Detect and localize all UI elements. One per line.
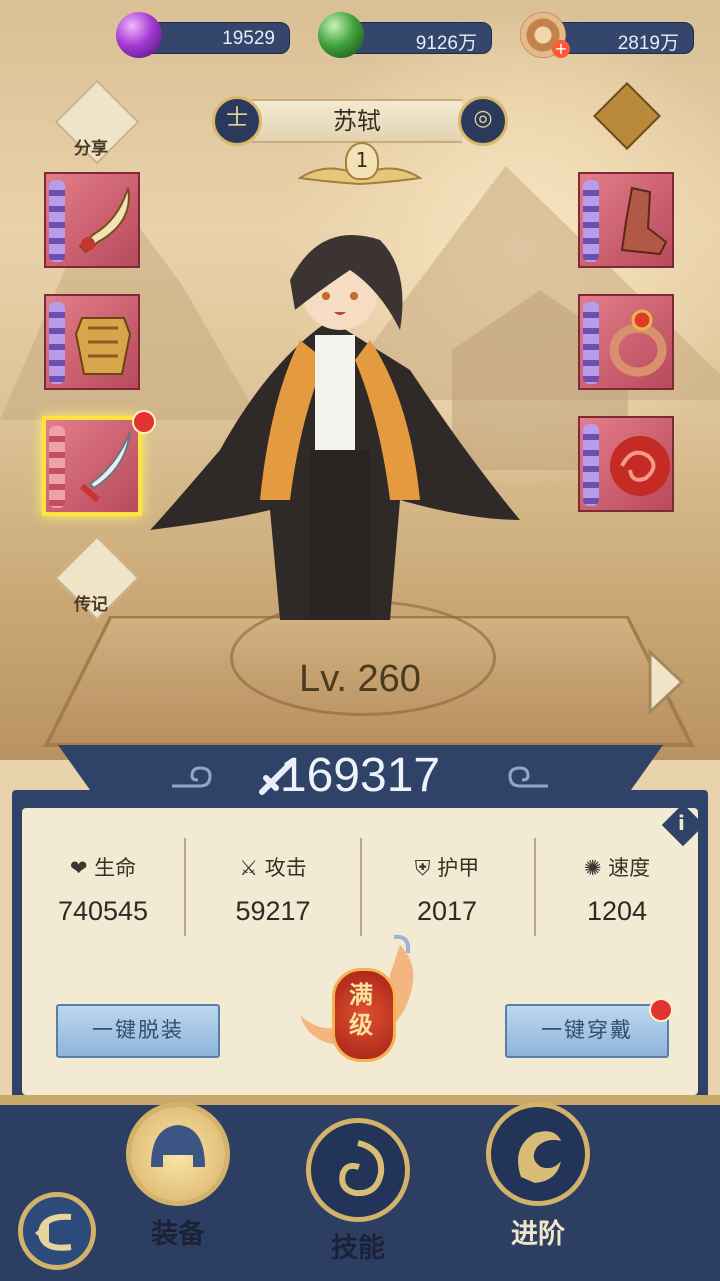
chain-icon (583, 180, 599, 262)
nav-equipment-button[interactable] (126, 1102, 230, 1206)
element-swirl-icon[interactable]: ◎ (458, 96, 508, 146)
green-orb-icon (318, 12, 364, 58)
hero-name-banner: 苏轼 士 ◎ (212, 96, 508, 146)
currency-value: 2819万 (617, 33, 679, 54)
chain-icon (49, 426, 65, 508)
nav-advance-label: 进阶 (511, 1219, 565, 1250)
hero-character-sprite (150, 235, 520, 620)
heart-icon: ❤ (69, 856, 88, 880)
hero-level: Lv. 260 (299, 658, 421, 700)
currency-jade[interactable]: 9126万 (318, 12, 498, 58)
equipment-slot-boots[interactable] (578, 172, 674, 268)
nav-advance-button[interactable] (486, 1102, 590, 1206)
equipment-slot-armor[interactable] (44, 294, 140, 390)
currency-copper[interactable]: 2819万 + (520, 12, 700, 58)
crossed-swords-icon: ⚔ (239, 856, 259, 880)
chain-icon (49, 302, 65, 384)
ring-icon (609, 309, 667, 377)
phoenix-advance-icon (518, 1131, 561, 1183)
biography-button[interactable]: 传记 (54, 535, 140, 621)
share-label: 分享 (74, 139, 108, 159)
chain-icon (49, 180, 65, 262)
max-level-text: 满级 (349, 981, 373, 1039)
hero-name: 苏轼 (252, 99, 462, 143)
star-count: 1 (345, 142, 379, 180)
equipment-slot-dagger[interactable] (42, 410, 156, 516)
spiral-skill-icon (339, 1140, 385, 1197)
stat-armor-value: 2017 (416, 896, 478, 926)
stat-hp-value: 740545 (57, 896, 149, 926)
unequip-all-button[interactable]: 一键脱装 (56, 1004, 220, 1058)
combat-power-value: 169317 (279, 749, 441, 802)
back-button[interactable] (18, 1192, 96, 1270)
equipment-slot-weapon[interactable] (44, 172, 140, 268)
stat-attack-label: ⚔ 攻击 (239, 856, 307, 880)
nav-skills-label: 技能 (331, 1233, 385, 1264)
speed-swirl-icon: ✺ (583, 856, 602, 880)
stat-hp-label: ❤ 生命 (69, 856, 137, 880)
share-button[interactable]: 分享 (54, 79, 140, 165)
equip-all-button[interactable]: 一键穿戴 (505, 1004, 669, 1058)
equipment-slot-ring[interactable] (578, 294, 674, 390)
class-emblem-icon[interactable]: 士 (212, 96, 262, 146)
biography-label: 传记 (74, 595, 108, 615)
next-hero-arrow-icon[interactable] (646, 648, 686, 716)
currency-value: 19529 (222, 28, 275, 49)
back-arrow-icon (35, 1213, 72, 1251)
equipment-slot-orb[interactable] (578, 416, 674, 512)
chain-icon (583, 302, 599, 384)
stat-armor-label: ⛨ 护甲 (414, 856, 480, 880)
nav-skills-button[interactable] (306, 1118, 410, 1222)
red-orb-icon (610, 436, 670, 496)
notification-dot (649, 998, 673, 1022)
helmet-icon (151, 1125, 205, 1167)
add-currency-icon[interactable]: + (552, 40, 570, 58)
nav-equipment-label: 装备 (151, 1219, 205, 1250)
stat-speed-value: 1204 (586, 896, 648, 926)
stat-speed-label: ✺ 速度 (583, 856, 651, 880)
nav-top-border (0, 1095, 720, 1105)
purple-gem-icon (116, 12, 162, 58)
curved-dagger-icon (80, 431, 131, 503)
shield-icon: ⛨ (414, 856, 431, 880)
star-badge: 1 (298, 142, 422, 188)
currency-gems[interactable]: 19529 (116, 12, 296, 58)
boot-icon (620, 186, 668, 256)
broadsword-icon (78, 187, 130, 254)
chain-icon (583, 424, 599, 506)
armor-icon (74, 317, 132, 375)
currency-value: 9126万 (415, 33, 477, 54)
divider (184, 838, 186, 936)
stat-attack-value: 59217 (235, 896, 311, 926)
